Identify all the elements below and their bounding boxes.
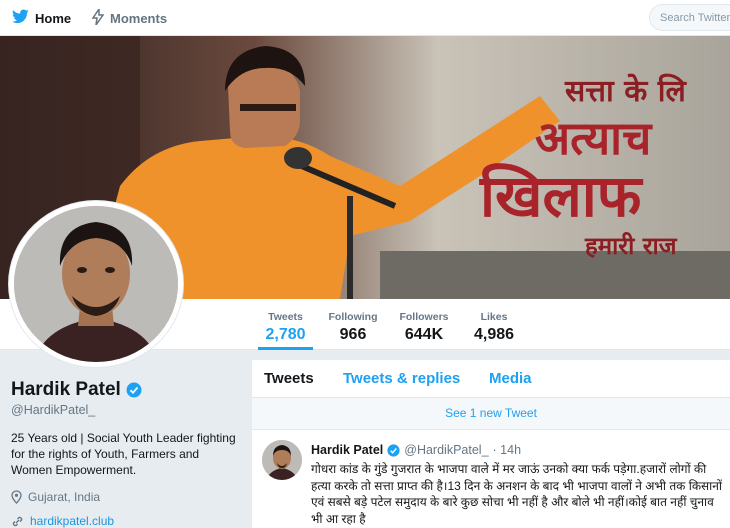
link-icon bbox=[11, 515, 24, 528]
banner-text-2: अत्याच bbox=[535, 111, 653, 165]
stat-tweets[interactable]: Tweets 2,780 bbox=[258, 299, 313, 350]
profile-bio: 25 Years old | Social Youth Leader fight… bbox=[11, 431, 236, 477]
tweet-timestamp[interactable]: · 14h bbox=[493, 443, 522, 457]
top-navigation-bar: Home Moments Search Twitter bbox=[0, 0, 730, 36]
tweet-author-name[interactable]: Hardik Patel bbox=[311, 443, 383, 457]
profile-avatar[interactable] bbox=[8, 200, 184, 368]
tab-media[interactable]: Media bbox=[489, 370, 532, 387]
banner-text-4: हमारी राज bbox=[584, 232, 678, 260]
nav-moments[interactable]: Moments bbox=[91, 0, 168, 36]
stat-value: 644K bbox=[404, 326, 444, 343]
profile-sidebar: Hardik Patel @HardikPatel_ 25 Years old … bbox=[0, 350, 252, 528]
lightning-icon bbox=[91, 6, 105, 28]
profile-location: Gujarat, India bbox=[11, 490, 100, 504]
tweet-avatar[interactable] bbox=[262, 440, 302, 480]
new-tweets-text: See 1 new Tweet bbox=[445, 406, 537, 420]
stat-value: 2,780 bbox=[265, 326, 306, 343]
verified-badge-icon bbox=[126, 382, 142, 398]
new-tweets-bar[interactable]: See 1 new Tweet bbox=[252, 398, 730, 430]
location-pin-icon bbox=[11, 490, 22, 504]
tweet-author-handle: @HardikPatel_ bbox=[404, 443, 489, 457]
stat-value: 4,986 bbox=[473, 326, 515, 343]
stat-label: Followers bbox=[399, 311, 449, 323]
stat-followers[interactable]: Followers 644K bbox=[396, 299, 452, 350]
moments-label: Moments bbox=[110, 10, 168, 26]
profile-name: Hardik Patel bbox=[11, 379, 142, 401]
tab-tweets[interactable]: Tweets bbox=[264, 370, 314, 387]
banner-text-1: सत्ता के लि bbox=[564, 73, 687, 109]
nav-home[interactable]: Home bbox=[12, 0, 71, 36]
tweet-header: Hardik Patel @HardikPatel_ · 14h bbox=[311, 443, 521, 457]
stat-likes[interactable]: Likes 4,986 bbox=[469, 299, 519, 350]
banner-text-3: खिलाफ bbox=[479, 162, 644, 230]
tweet[interactable]: Hardik Patel @HardikPatel_ · 14h गोधरा क… bbox=[252, 430, 730, 528]
timeline-tabs: Tweets Tweets & replies Media bbox=[252, 360, 730, 398]
profile-url[interactable]: hardikpatel.club bbox=[11, 514, 114, 528]
profile-handle: @HardikPatel_ bbox=[11, 403, 96, 417]
stat-value: 966 bbox=[339, 326, 367, 343]
search-placeholder: Search Twitter bbox=[660, 11, 730, 24]
stat-label: Following bbox=[328, 311, 378, 323]
home-bird-icon bbox=[12, 9, 29, 27]
url-text: hardikpatel.club bbox=[30, 514, 115, 528]
tweet-text: गोधरा कांड के गुंडे गुजरात के भाजपा वाले… bbox=[311, 462, 723, 526]
timeline: Tweets Tweets & replies Media See 1 new … bbox=[252, 360, 730, 528]
verified-badge-icon bbox=[387, 443, 400, 457]
profile-name-text: Hardik Patel bbox=[11, 379, 121, 400]
stat-label: Likes bbox=[480, 311, 508, 323]
avatar-image bbox=[14, 206, 178, 362]
search-input[interactable]: Search Twitter bbox=[649, 4, 730, 31]
stat-label: Tweets bbox=[268, 311, 303, 323]
stat-following[interactable]: Following 966 bbox=[325, 299, 381, 350]
home-label: Home bbox=[35, 10, 72, 26]
location-text: Gujarat, India bbox=[28, 490, 101, 504]
tab-tweets-replies[interactable]: Tweets & replies bbox=[343, 370, 460, 387]
